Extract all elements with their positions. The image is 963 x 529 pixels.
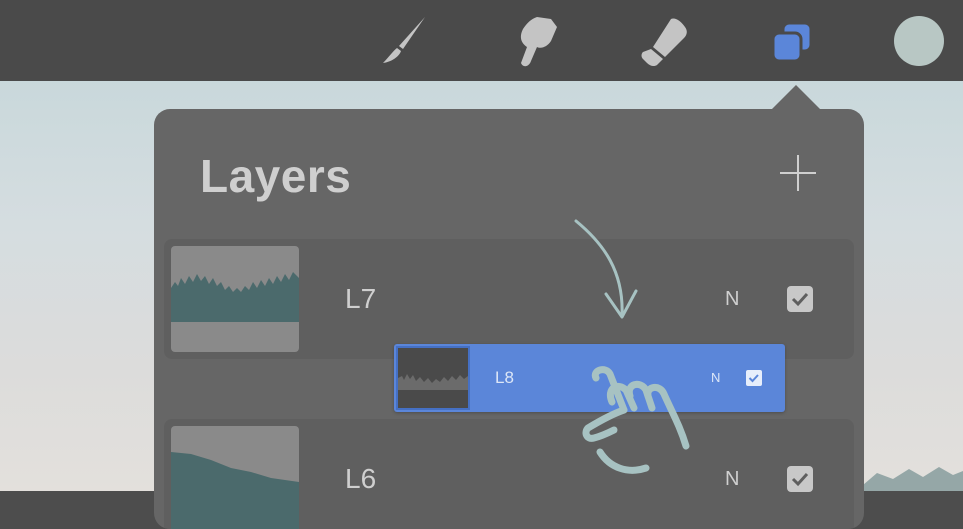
smudge-icon	[520, 16, 557, 66]
layer-thumbnail	[171, 426, 299, 529]
layers-icon	[771, 21, 813, 62]
plus-icon	[780, 155, 816, 191]
layer-row-l6[interactable]: L6 N	[164, 419, 854, 529]
checkmark-icon	[791, 472, 809, 487]
layer-thumbnail	[396, 346, 470, 410]
brush-icon	[383, 16, 425, 63]
top-toolbar	[0, 0, 963, 81]
blend-mode-button[interactable]: N	[711, 370, 720, 385]
layer-row-l7[interactable]: L7 N	[164, 239, 854, 359]
checkmark-icon	[791, 292, 809, 307]
eraser-tool-button[interactable]	[628, 0, 698, 81]
dragging-layer-l8[interactable]: L8 N	[394, 344, 785, 412]
visibility-checkbox[interactable]	[746, 370, 762, 386]
eraser-icon	[641, 17, 687, 66]
color-swatch-icon	[894, 15, 944, 66]
layer-name: L6	[345, 463, 377, 494]
visibility-checkbox[interactable]	[787, 286, 813, 312]
panel-title: Layers	[200, 150, 352, 202]
layers-tool-button[interactable]	[756, 0, 826, 81]
popover-pointer	[772, 85, 820, 109]
layer-name: L7	[345, 283, 377, 314]
smudge-tool-button[interactable]	[500, 0, 570, 81]
brush-tool-button[interactable]	[368, 0, 438, 81]
blend-mode-button[interactable]: N	[725, 288, 739, 311]
layer-name: L8	[495, 368, 514, 387]
visibility-checkbox[interactable]	[787, 466, 813, 492]
layer-thumbnail	[171, 246, 299, 352]
checkmark-icon	[748, 374, 759, 383]
layers-panel: Layers L7 N L6 N	[154, 109, 864, 529]
color-picker-button[interactable]	[888, 0, 950, 81]
blend-mode-button[interactable]: N	[725, 468, 739, 491]
add-layer-button[interactable]	[778, 153, 818, 193]
